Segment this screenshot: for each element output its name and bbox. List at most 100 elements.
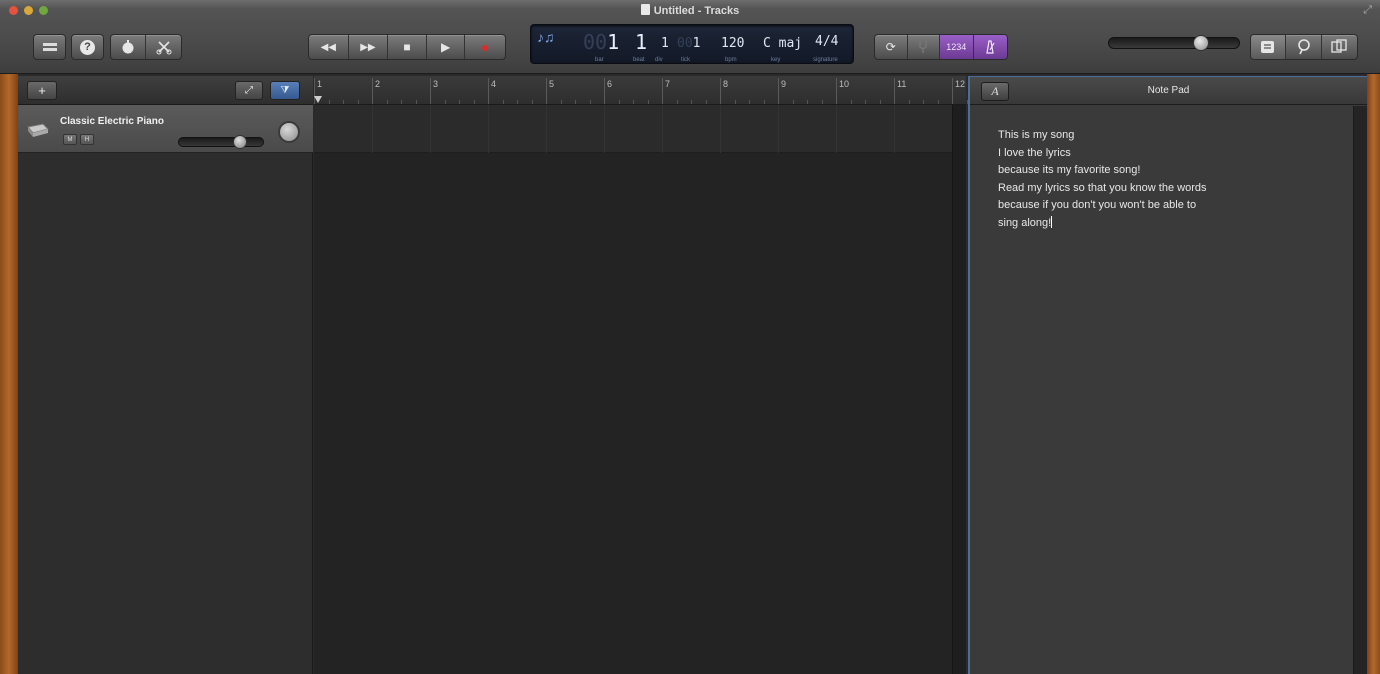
ruler-beat-tick — [734, 100, 736, 104]
record-button[interactable]: ● — [465, 35, 505, 59]
ruler-beat-tick — [647, 100, 649, 104]
smart-controls-button[interactable] — [111, 35, 147, 59]
ruler-beat-tick — [676, 100, 678, 104]
play-button[interactable]: ▶ — [427, 35, 466, 59]
ruler-beat-tick — [459, 100, 460, 104]
grid-line — [836, 105, 837, 153]
ruler-beat-tick — [517, 100, 518, 104]
ruler-tick — [546, 78, 547, 104]
ruler-bar-number: 10 — [839, 79, 850, 89]
media-browser-button[interactable] — [1322, 35, 1357, 59]
ruler-beat-tick — [575, 100, 576, 104]
fullscreen-icon[interactable]: ⤢ — [1363, 4, 1372, 17]
ruler-bar-number: 4 — [491, 79, 497, 89]
ruler-tick — [894, 78, 895, 104]
track-pan-knob[interactable] — [278, 121, 300, 143]
lcd-key[interactable]: C maj — [763, 29, 802, 59]
notepad-toggle-button[interactable] — [1251, 35, 1287, 59]
track-volume-knob[interactable] — [233, 135, 247, 149]
ruler-beat-tick — [865, 100, 866, 104]
garageband-window: Untitled - Tracks ⤢ ? ◀◀ ▶▶ ■ ▶ ● ♪♫ 001… — [0, 0, 1380, 674]
ruler-beat-tick — [618, 100, 620, 104]
editors-button[interactable] — [146, 35, 181, 59]
cycle-button[interactable]: ⟳ — [875, 35, 908, 59]
toolbar: Untitled - Tracks ⤢ ? ◀◀ ▶▶ ■ ▶ ● ♪♫ 001… — [0, 0, 1380, 74]
solo-button[interactable]: H — [80, 134, 94, 145]
tuner-icon[interactable]: ♪♫ — [537, 29, 555, 45]
ruler-beat-tick — [343, 100, 344, 104]
mute-button[interactable]: M — [63, 134, 77, 145]
grid-line — [778, 105, 779, 153]
filter-button[interactable]: ⧩ — [270, 81, 300, 100]
ruler-beat-tick — [749, 100, 750, 104]
lcd-tick-label: tick — [681, 57, 690, 63]
ruler-bar-number: 9 — [781, 79, 787, 89]
ruler-bar-number: 6 — [607, 79, 613, 89]
grid-line — [894, 105, 895, 153]
wood-side-left — [0, 74, 18, 674]
ruler-tick — [372, 78, 373, 104]
lcd-display[interactable]: ♪♫ 001 1 1 001 120 C maj 4/4 bar beat di… — [530, 24, 854, 64]
tracks-scrollbar[interactable] — [952, 105, 966, 674]
track-volume-slider[interactable] — [178, 135, 264, 149]
text-cursor — [1051, 215, 1053, 228]
loop-browser-button[interactable] — [1286, 35, 1322, 59]
notepad-line: sing along! — [998, 215, 1338, 233]
metronome-icon — [986, 40, 995, 54]
track-name[interactable]: Classic Electric Piano — [60, 116, 164, 127]
library-icon — [42, 43, 57, 51]
ruler-bar-number: 7 — [665, 79, 671, 89]
catch-playhead-button[interactable]: ⤢ — [235, 81, 263, 100]
ruler-beat-tick — [589, 100, 591, 104]
ruler-beat-tick — [705, 100, 707, 104]
metronome-button[interactable] — [973, 35, 1007, 59]
mode-buttons: ⟳ 1234 — [874, 34, 1008, 60]
notepad-icon — [1261, 41, 1275, 53]
notepad-text-area[interactable]: This is my song I love the lyrics becaus… — [998, 127, 1338, 233]
smart-controls-icon — [122, 40, 134, 54]
track-row[interactable]: Classic Electric Piano M H — [18, 105, 313, 153]
lcd-tempo[interactable]: 120 — [721, 29, 744, 59]
ruler-tick — [488, 78, 489, 104]
tuner-button[interactable] — [908, 35, 941, 59]
lcd-signature[interactable]: 4/4 — [815, 27, 838, 57]
grid-line — [720, 105, 721, 153]
lcd-beat: 1 — [635, 30, 648, 54]
ruler-beat-tick — [763, 100, 765, 104]
lcd-bar-value: 1 — [607, 30, 620, 54]
ruler-beat-tick — [502, 100, 504, 104]
ruler-beat-tick — [415, 100, 417, 104]
ruler-bar-number: 12 — [955, 79, 966, 89]
ruler-bar-number: 11 — [897, 79, 907, 89]
ruler-beat-tick — [807, 100, 808, 104]
ruler-bar-number: 5 — [549, 79, 555, 89]
notepad-line: because its my favorite song! — [998, 164, 1141, 177]
add-track-button[interactable]: + — [27, 81, 57, 100]
stop-button[interactable]: ■ — [388, 35, 427, 59]
notepad-title: Note Pad — [1147, 85, 1190, 96]
ruler-beat-tick — [357, 100, 359, 104]
tracks-area[interactable]: 1 2 3 4 5 6 7 8 9 10 11 12 — [314, 76, 997, 674]
notepad-panel: A Note Pad This is my song I love the ly… — [968, 76, 1367, 674]
master-volume-knob[interactable] — [1193, 35, 1209, 51]
ruler-beat-tick — [328, 100, 330, 104]
fast-forward-button[interactable]: ▶▶ — [349, 35, 389, 59]
notepad-scrollbar[interactable] — [1353, 106, 1367, 674]
ruler-tick — [430, 78, 431, 104]
track-lane[interactable] — [314, 105, 952, 153]
lcd-beat-label: beat — [633, 57, 645, 63]
lcd-tick-dim: 00 — [677, 36, 693, 51]
count-in-button[interactable]: 1234 — [940, 35, 974, 59]
rewind-button[interactable]: ◀◀ — [309, 35, 349, 59]
library-button[interactable] — [33, 34, 66, 60]
ruler-beat-tick — [821, 100, 823, 104]
playhead[interactable] — [314, 96, 322, 103]
ruler-bar-number: 3 — [433, 79, 439, 89]
grid-line — [662, 105, 663, 153]
help-icon: ? — [80, 39, 95, 55]
ruler[interactable]: 1 2 3 4 5 6 7 8 9 10 11 12 — [314, 76, 997, 105]
grid-line — [372, 105, 373, 153]
help-button[interactable]: ? — [71, 34, 104, 60]
master-volume-slider[interactable] — [1108, 35, 1240, 51]
ruler-beat-tick — [633, 100, 634, 104]
